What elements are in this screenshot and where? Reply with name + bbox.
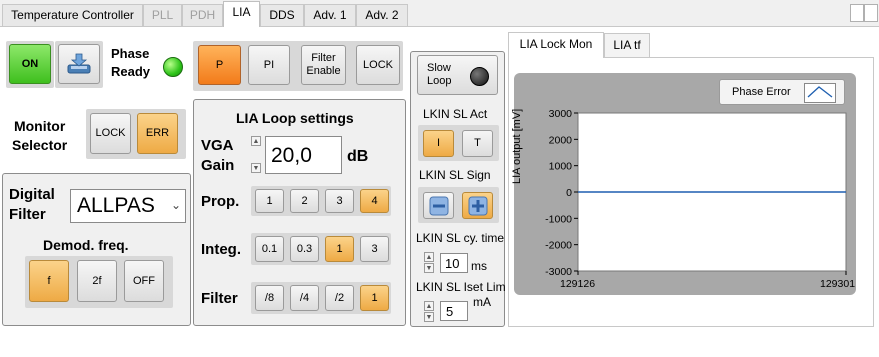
phase-ready-led [163, 57, 183, 77]
filter-enable-button[interactable]: Filter Enable [301, 45, 346, 85]
download-button[interactable] [58, 44, 100, 84]
integ-option-1[interactable]: 1 [325, 236, 354, 262]
plus-icon [468, 196, 487, 215]
integ-option-0-3[interactable]: 0.3 [290, 236, 319, 262]
monitor-lock-button[interactable]: LOCK [90, 113, 131, 154]
demod-f-button[interactable]: f [29, 260, 69, 302]
lock-button[interactable]: LOCK [356, 45, 400, 85]
x-tick-label: 129301 [820, 278, 855, 290]
tab-lia-lock-mon[interactable]: LIA Lock Mon [508, 32, 604, 58]
filter-option-8[interactable]: /8 [255, 285, 284, 311]
filter-option-4[interactable]: /4 [290, 285, 319, 311]
monitor-err-button[interactable]: ERR [137, 113, 178, 154]
sl-act-t-button[interactable]: T [462, 130, 493, 157]
vga-increment-button[interactable]: ▲ [251, 136, 261, 146]
iset-lim-value: 5 [446, 304, 454, 319]
y-tick-label: 2000 [549, 134, 573, 146]
prop-option-1[interactable]: 1 [255, 189, 284, 213]
tab-pdh[interactable]: PDH [182, 4, 223, 26]
cy-time-input[interactable]: 10 [440, 253, 468, 273]
cy-time-increment-button[interactable]: ▲ [424, 252, 434, 262]
vga-decrement-button[interactable]: ▼ [251, 163, 261, 173]
monitor-selector-label: Monitor Selector [12, 118, 68, 153]
tab-adv-1[interactable]: Adv. 1 [304, 4, 356, 26]
demod-off-button[interactable]: OFF [124, 260, 164, 302]
tab-temperature-controller[interactable]: Temperature Controller [2, 4, 143, 26]
prop-option-3[interactable]: 3 [325, 189, 354, 213]
demod-2f-button[interactable]: 2f [77, 260, 117, 302]
on-button[interactable]: ON [9, 44, 51, 84]
sl-sign-label: LKIN SL Sign [419, 168, 491, 182]
vga-gain-input[interactable]: 20,0 [265, 136, 342, 174]
y-tick-label: 1000 [549, 161, 573, 173]
iset-lim-label: LKIN SL Iset Lim [416, 280, 506, 294]
chevron-down-icon: ⌄ [170, 198, 181, 212]
slow-loop-button[interactable]: Slow Loop [417, 55, 498, 95]
y-tick-label: -3000 [545, 266, 572, 278]
phase-ready-label: Phase Ready [111, 46, 151, 79]
minus-icon [429, 196, 448, 215]
pi-mode-button[interactable]: PI [248, 45, 290, 85]
x-axis-ticks: 129126 129301 [560, 271, 855, 290]
x-tick-label: 129126 [560, 278, 595, 290]
y-tick-label: -1000 [545, 213, 572, 225]
vga-gain-value: 20,0 [271, 144, 312, 167]
cy-time-unit: ms [471, 259, 487, 273]
digital-filter-select[interactable]: ALLPAS ⌄ [70, 189, 186, 223]
y-axis-ticks: 3000 2000 1000 0 -1000 -2000 -3000 [545, 108, 578, 278]
loop-settings-title: LIA Loop settings [236, 110, 354, 126]
slow-loop-label: Slow Loop [427, 62, 452, 87]
y-tick-label: 0 [566, 187, 572, 199]
tab-lia-tf[interactable]: LIA tf [604, 33, 650, 57]
integ-option-3[interactable]: 3 [360, 236, 389, 262]
lia-output-chart: 3000 2000 1000 0 -1000 -2000 -3000 129126 12930… [545, 108, 855, 290]
iset-lim-decrement-button[interactable]: ▼ [424, 312, 434, 322]
demod-freq-label: Demod. freq. [43, 237, 129, 253]
iset-lim-input[interactable]: 5 [440, 301, 468, 321]
integ-option-0-1[interactable]: 0.1 [255, 236, 284, 262]
prop-option-4[interactable]: 4 [360, 189, 389, 213]
sl-act-i-button[interactable]: I [423, 130, 454, 157]
filter-label: Filter [201, 290, 238, 307]
y-tick-label: -2000 [545, 240, 572, 252]
y-axis-label: LIA output [mV] [511, 108, 523, 184]
prop-option-2[interactable]: 2 [290, 189, 319, 213]
tab-lia[interactable]: LIA [223, 1, 260, 27]
sl-act-label: LKIN SL Act [423, 107, 488, 121]
digital-filter-label: Digital Filter [9, 186, 55, 223]
tab-scroll-right-button[interactable] [864, 4, 878, 22]
digital-filter-value: ALLPAS [77, 194, 155, 217]
vga-gain-label: VGA Gain [201, 137, 235, 174]
p-mode-button[interactable]: P [198, 45, 241, 85]
prop-label: Prop. [201, 193, 240, 210]
sl-sign-plus-button[interactable] [462, 192, 493, 219]
sl-sign-minus-button[interactable] [423, 192, 454, 219]
cy-time-decrement-button[interactable]: ▼ [424, 263, 434, 273]
iset-lim-unit: mA [473, 295, 491, 309]
vga-unit-label: dB [347, 148, 369, 165]
slow-loop-led [470, 67, 489, 86]
tab-dds[interactable]: DDS [260, 4, 304, 26]
iset-lim-increment-button[interactable]: ▲ [424, 301, 434, 311]
main-tab-bar: Temperature Controller PLL PDH LIA DDS A… [0, 0, 879, 27]
tab-pll[interactable]: PLL [143, 4, 182, 26]
y-tick-label: 3000 [549, 108, 573, 120]
cy-time-label: LKIN SL cy. time [416, 231, 505, 245]
tab-adv-2[interactable]: Adv. 2 [356, 4, 408, 26]
integ-label: Integ. [201, 241, 241, 258]
tab-scroll-left-button[interactable] [850, 4, 864, 22]
filter-option-1[interactable]: 1 [360, 285, 389, 311]
filter-option-2[interactable]: /2 [325, 285, 354, 311]
download-tray-icon [67, 53, 91, 74]
cy-time-value: 10 [445, 256, 460, 271]
